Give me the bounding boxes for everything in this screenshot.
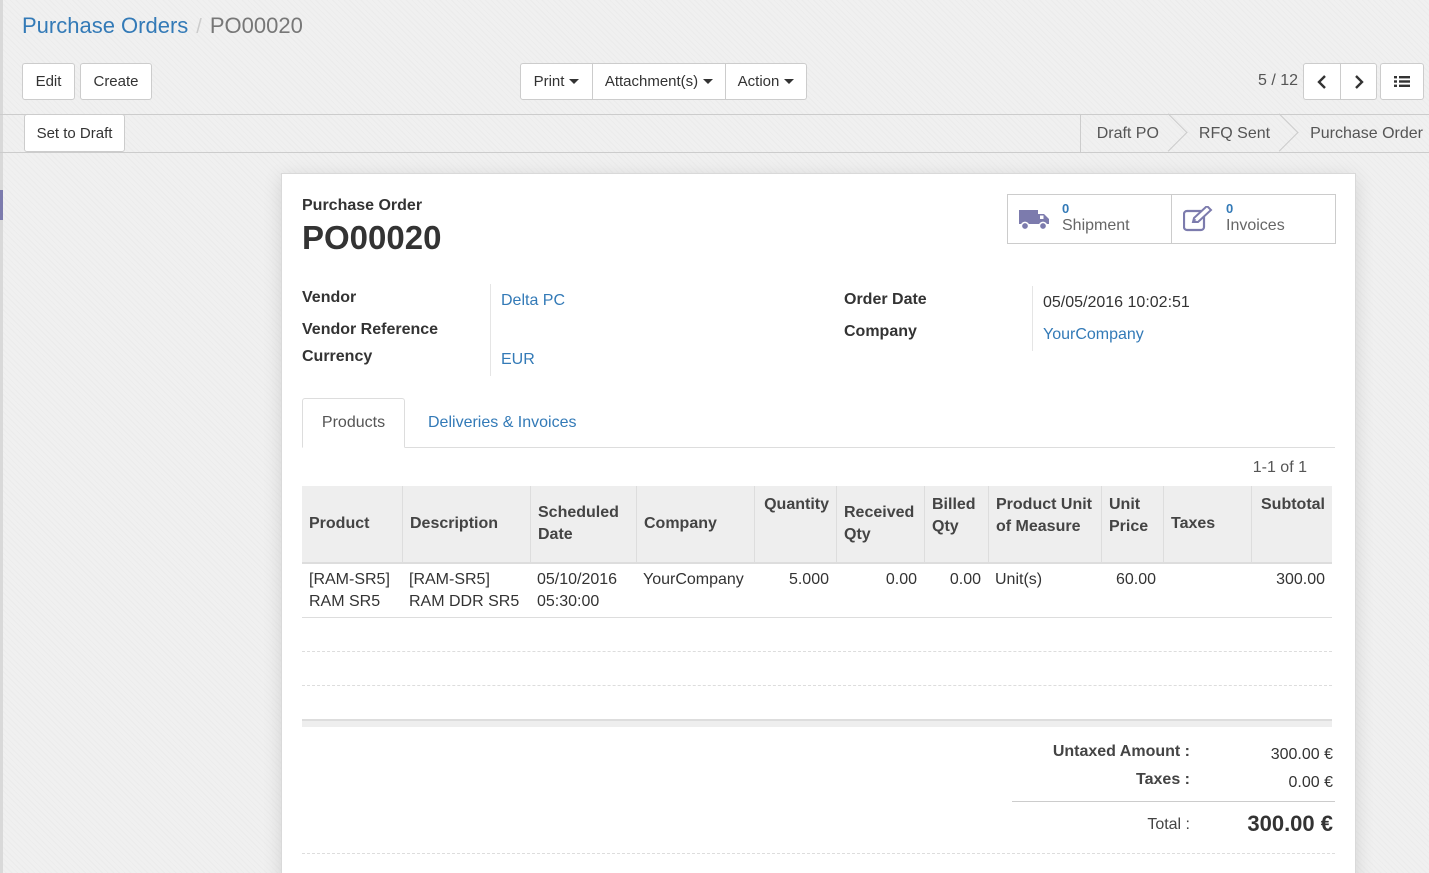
action-button-group: Print Attachment(s) Action	[520, 63, 807, 100]
attachments-label: Attachment(s)	[604, 73, 699, 90]
stage-draft-po[interactable]: Draft PO	[1081, 115, 1173, 152]
pager-value[interactable]: 5 / 12	[1240, 72, 1298, 90]
empty-row-divider	[302, 685, 1332, 686]
action-dropdown-button[interactable]: Action	[725, 64, 806, 99]
invoices-count: 0	[1226, 201, 1234, 217]
currency-value-link[interactable]: EUR	[501, 351, 535, 369]
cell-quantity[interactable]: 5.000	[755, 569, 829, 591]
breadcrumb-parent-link[interactable]: Purchase Orders	[22, 13, 188, 38]
list-icon	[1394, 76, 1410, 87]
print-dropdown-button[interactable]: Print	[521, 64, 592, 99]
cell-billed-qty[interactable]: 0.00	[925, 569, 981, 591]
column-header-taxes[interactable]: Taxes	[1164, 486, 1252, 562]
edit-invoice-icon	[1183, 205, 1215, 233]
column-header-quantity[interactable]: Quantity	[755, 486, 837, 562]
tab-deliveries-invoices[interactable]: Deliveries & Invoices	[412, 398, 593, 448]
column-header-received-qty[interactable]: Received Qty	[837, 486, 925, 562]
cell-received-qty[interactable]: 0.00	[837, 569, 917, 591]
column-header-subtotal[interactable]: Subtotal	[1252, 486, 1332, 562]
stage-purchase-order[interactable]: Purchase Order	[1284, 115, 1429, 152]
cell-product[interactable]: [RAM-SR5] RAM SR5	[309, 569, 399, 614]
statusbar-bottom-border	[0, 152, 1429, 153]
edit-button[interactable]: Edit	[22, 63, 75, 100]
vendor-reference-label: Vendor Reference	[302, 321, 439, 338]
column-header-billed-qty[interactable]: Billed Qty	[925, 486, 989, 562]
caret-down-icon	[569, 79, 580, 84]
vendor-value-link[interactable]: Delta PC	[501, 292, 565, 310]
empty-row-divider	[302, 651, 1332, 652]
cell-unit-price[interactable]: 60.00	[1102, 569, 1156, 591]
totals-divider	[1012, 801, 1335, 802]
invoices-label: Invoices	[1226, 217, 1285, 235]
breadcrumb-separator: /	[196, 16, 202, 38]
cell-subtotal[interactable]: 300.00	[1252, 569, 1325, 591]
shipment-smart-button[interactable]: 0 Shipment	[1007, 194, 1172, 244]
cell-company[interactable]: YourCompany	[643, 569, 755, 591]
document-type-label: Purchase Order	[302, 197, 423, 214]
column-header-product[interactable]: Product	[302, 486, 403, 562]
caret-down-icon	[784, 79, 795, 84]
cell-scheduled-date[interactable]: 05/10/2016 05:30:00	[537, 569, 629, 614]
breadcrumb: Purchase Orders / PO00020	[22, 13, 303, 39]
company-value-link[interactable]: YourCompany	[1043, 326, 1144, 344]
invoices-smart-button[interactable]: 0 Invoices	[1171, 194, 1336, 244]
chevron-left-icon	[1317, 74, 1326, 89]
total-value: 300.00 €	[1247, 811, 1333, 836]
shipment-count: 0	[1062, 201, 1070, 217]
form-sheet: Purchase Order PO00020 0 Shipment 0 Invo…	[281, 173, 1356, 873]
field-divider	[490, 284, 491, 376]
notes-divider	[302, 853, 1335, 854]
column-header-scheduled-date[interactable]: Scheduled Date	[531, 486, 637, 562]
breadcrumb-current: PO00020	[209, 13, 303, 38]
untaxed-amount-label: Untaxed Amount :	[1052, 743, 1190, 760]
pager-previous-button[interactable]	[1304, 64, 1340, 99]
column-header-company[interactable]: Company	[637, 486, 755, 562]
untaxed-amount-value: 300.00 €	[1270, 746, 1333, 763]
company-label: Company	[844, 323, 917, 340]
tab-products[interactable]: Products	[302, 398, 405, 448]
column-header-description[interactable]: Description	[403, 486, 531, 562]
print-label: Print	[533, 73, 565, 90]
chevron-right-icon	[1354, 74, 1364, 89]
taxes-value: 0.00 €	[1288, 774, 1333, 791]
order-date-value: 05/05/2016 10:02:51	[1043, 294, 1190, 311]
pager-next-button[interactable]	[1340, 64, 1376, 99]
currency-label: Currency	[302, 348, 373, 365]
left-rail-marker	[0, 190, 3, 220]
stage-rfq-sent[interactable]: RFQ Sent	[1173, 115, 1284, 152]
truck-icon	[1019, 205, 1051, 233]
create-button[interactable]: Create	[80, 63, 152, 100]
total-label: Total :	[1147, 816, 1190, 833]
order-lines-table-header: Product Description Scheduled Date Compa…	[302, 486, 1332, 564]
shipment-label: Shipment	[1062, 217, 1130, 235]
cell-unit-of-measure[interactable]: Unit(s)	[995, 569, 1095, 591]
action-label: Action	[737, 73, 780, 90]
set-to-draft-button[interactable]: Set to Draft	[24, 114, 125, 152]
taxes-label: Taxes :	[1136, 771, 1190, 788]
column-header-unit-of-measure[interactable]: Product Unit of Measure	[989, 486, 1102, 562]
document-name: PO00020	[302, 219, 442, 256]
list-view-button[interactable]	[1380, 63, 1424, 100]
order-lines-table-footer	[302, 719, 1332, 727]
caret-down-icon	[703, 79, 714, 84]
vendor-label: Vendor	[302, 289, 357, 306]
field-divider	[1032, 286, 1033, 351]
order-date-label: Order Date	[844, 291, 927, 308]
cell-description[interactable]: [RAM-SR5] RAM DDR SR5	[409, 569, 529, 614]
attachments-dropdown-button[interactable]: Attachment(s)	[592, 64, 725, 99]
left-rail	[0, 0, 3, 873]
pager-buttons	[1303, 63, 1377, 100]
status-stages: Draft PO RFQ Sent Purchase Order	[1079, 115, 1429, 152]
row-divider	[302, 617, 1332, 618]
table-pager: 1-1 of 1	[1252, 459, 1307, 476]
column-header-unit-price[interactable]: Unit Price	[1102, 486, 1164, 562]
